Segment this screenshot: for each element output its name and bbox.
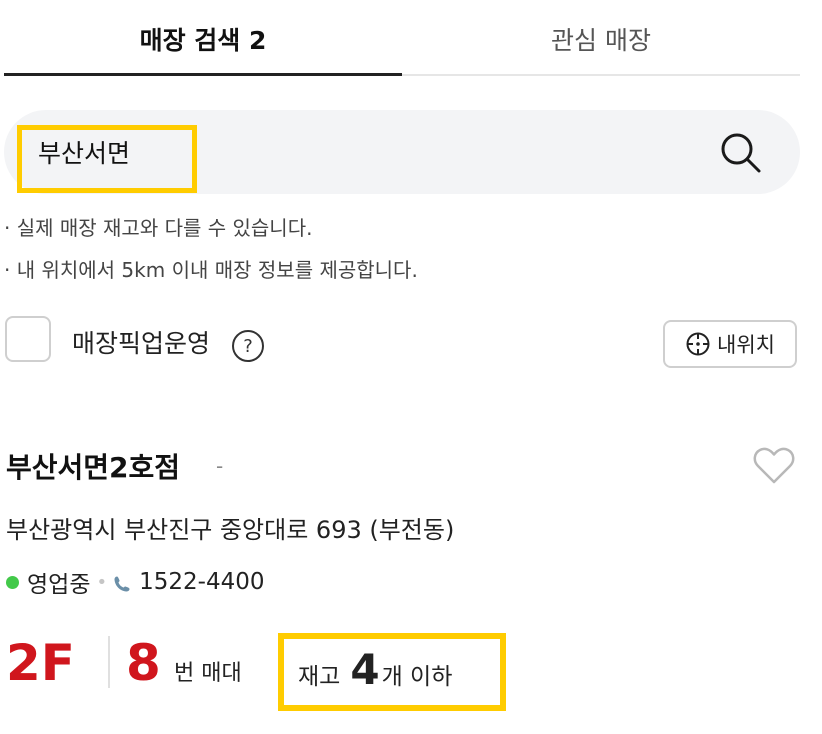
open-status-text: 영업중 [27, 572, 91, 598]
store-dash: - [216, 454, 224, 478]
my-location-button[interactable]: 내위치 [663, 320, 797, 368]
store-search-page: 매장 검색 2 관심 매장 · 실제 매장 재고와 다를 수 있습니다. · 내… [0, 0, 822, 734]
crosshair-icon [685, 331, 711, 357]
phone-icon [113, 573, 131, 592]
stock-suffix: 개 이하 [381, 664, 453, 690]
tab-bar: 매장 검색 2 관심 매장 [4, 0, 800, 78]
pickup-checkbox[interactable] [5, 316, 51, 362]
stock-prefix: 재고 [298, 664, 341, 690]
heart-icon[interactable] [752, 446, 796, 486]
help-icon[interactable]: ? [232, 330, 264, 362]
note-stock-disclaimer: · 실제 매장 재고와 다를 수 있습니다. [4, 212, 312, 241]
my-location-label: 내위치 [717, 333, 775, 357]
shelf-number: 8 [126, 634, 161, 692]
open-status-dot [6, 575, 19, 589]
store-status-row: 영업중 • 1522-4400 [6, 566, 264, 598]
store-name[interactable]: 부산서면2호점 [6, 446, 180, 486]
note-text: 실제 매장 재고와 다를 수 있습니다. [16, 216, 313, 240]
note-text: 내 위치에서 5km 이내 매장 정보를 제공합니다. [16, 258, 418, 282]
tab-store-search[interactable]: 매장 검색 2 [4, 0, 402, 78]
store-address: 부산광역시 부산진구 중앙대로 693 (부전동) [6, 516, 455, 544]
search-input[interactable] [38, 128, 638, 176]
tab-favorite-stores[interactable]: 관심 매장 [402, 0, 800, 78]
stock-count: 4 [350, 645, 380, 694]
search-bar [4, 110, 800, 194]
store-phone[interactable]: 1522-4400 [139, 569, 264, 595]
floor-divider [108, 636, 110, 688]
note-range-info: · 내 위치에서 5km 이내 매장 정보를 제공합니다. [4, 254, 418, 283]
active-tab-indicator [4, 73, 402, 76]
separator-dot: • [96, 571, 108, 593]
pickup-label: 매장픽업운영 [72, 329, 211, 358]
stock-info: 재고 4 개 이하 [298, 645, 453, 694]
floor-label: 2F [6, 634, 75, 692]
shelf-label: 번 매대 [174, 661, 242, 686]
note-bullet: · [4, 258, 11, 282]
note-bullet: · [4, 216, 11, 240]
search-icon[interactable] [718, 130, 764, 176]
